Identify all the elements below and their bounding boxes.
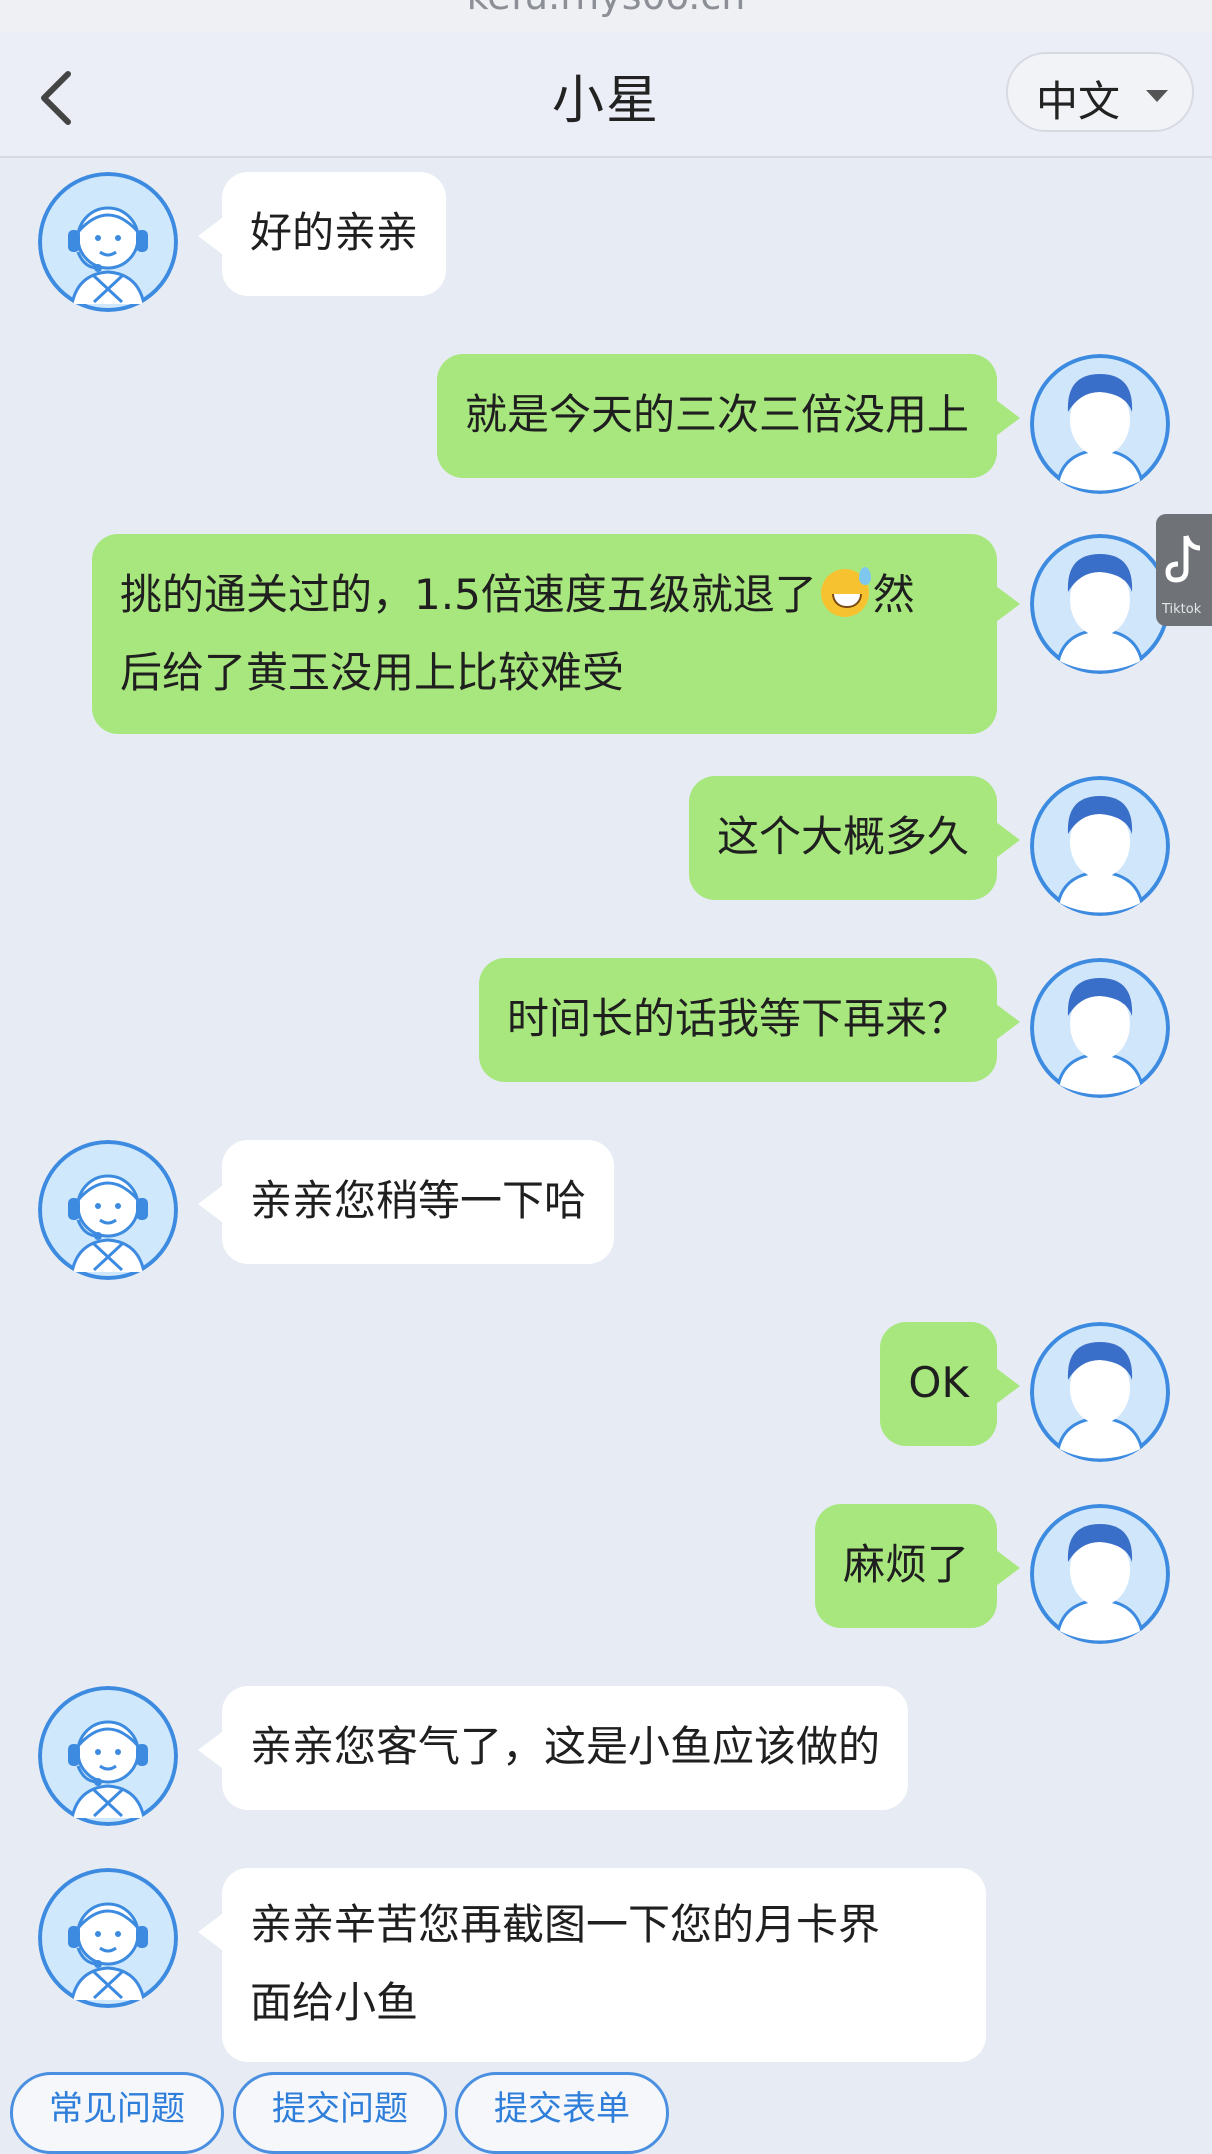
submit-form-button[interactable]: 提交表单 [455,2072,669,2154]
user-message-bubble: 这个大概多久 [688,776,997,900]
user-message-bubble: 时间长的话我等下再来？ [478,958,997,1082]
language-select[interactable]: 中文 [1006,52,1194,132]
message-text: 亲亲您稍等一下哈 [250,1176,587,1225]
agent-avatar [38,1686,178,1826]
agent-message-bubble: 亲亲您稍等一下哈 [222,1140,615,1264]
message-text: 时间长的话我等下再来？ [506,994,969,1043]
user-avatar-icon [1030,1504,1170,1644]
message-text-line: 挑的通关过的，1.5倍速度五级就退了然 [120,567,915,619]
customer-service-avatar-icon [38,1140,178,1280]
user-message-bubble: 麻烦了 [814,1504,997,1628]
user-avatar [1030,534,1170,674]
tiktok-floating-button[interactable]: Tiktok [1156,514,1212,626]
language-label: 中文 [1036,77,1121,126]
submit-question-button[interactable]: 提交问题 [233,2072,447,2154]
agent-avatar [38,1140,178,1280]
sweat-smile-emoji-icon [820,567,871,617]
message-text: 亲亲您客气了，这是小鱼应该做的 [250,1722,881,1771]
user-message-bubble: 就是今天的三次三倍没用上 [436,354,997,478]
user-avatar-icon [1030,534,1170,674]
customer-service-avatar-icon [38,1686,178,1826]
tiktok-icon [1165,535,1201,583]
faq-button[interactable]: 常见问题 [10,2072,224,2154]
user-message-bubble: OK [880,1322,997,1446]
caret-down-icon [1146,90,1168,102]
agent-message-bubble: 好的亲亲 [222,172,447,296]
agent-avatar [38,1868,178,2008]
message-text-line: 面给小鱼 [250,1978,419,2027]
agent-message-bubble: 亲亲辛苦您再截图一下您的月卡界 面给小鱼 [222,1868,986,2062]
agent-avatar [38,172,178,312]
message-text: 麻烦了 [842,1540,969,1589]
message-text: 这个大概多久 [716,812,969,861]
user-avatar [1030,354,1170,494]
url-text: kefu.rnys0o.cn [0,0,1212,18]
quick-actions-bar: 常见问题 提交问题 提交表单 [0,2072,1212,2154]
tiktok-label: Tiktok [1162,602,1202,617]
chat-header: 小星 中文 [0,32,1212,158]
customer-service-avatar-icon [38,172,178,312]
user-message-bubble: 挑的通关过的，1.5倍速度五级就退了然 后给了黄玉没用上比较难受 [92,534,997,734]
user-avatar-icon [1030,776,1170,916]
user-avatar [1030,958,1170,1098]
message-text-line: 亲亲辛苦您再截图一下您的月卡界 [250,1900,881,1949]
message-text: 好的亲亲 [250,208,419,257]
user-avatar [1030,1322,1170,1462]
browser-url-bar[interactable]: kefu.rnys0o.cn [0,0,1212,32]
message-text-line: 后给了黄玉没用上比较难受 [120,648,625,697]
user-avatar [1030,776,1170,916]
message-text: 就是今天的三次三倍没用上 [464,390,969,439]
user-avatar-icon [1030,354,1170,494]
user-avatar [1030,1504,1170,1644]
agent-message-bubble: 亲亲您客气了，这是小鱼应该做的 [222,1686,909,1810]
customer-service-avatar-icon [38,1868,178,2008]
user-avatar-icon [1030,958,1170,1098]
user-avatar-icon [1030,1322,1170,1462]
message-text: OK [908,1358,969,1407]
